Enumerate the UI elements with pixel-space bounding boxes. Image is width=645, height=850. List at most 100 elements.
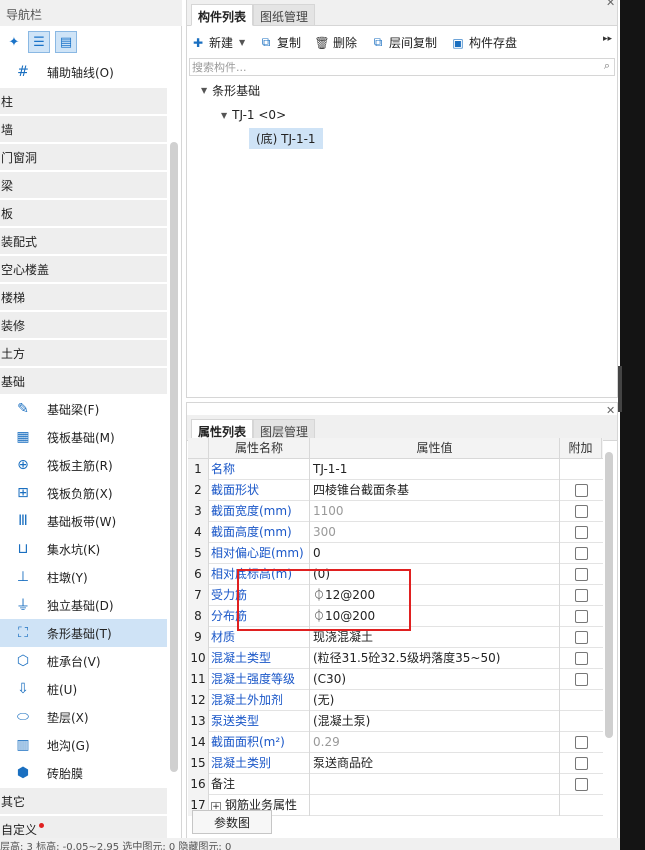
extra-checkbox[interactable] bbox=[574, 756, 588, 770]
tab-drawing-management[interactable]: 图纸管理 bbox=[253, 4, 316, 26]
chevron-down-icon[interactable]: ▼ bbox=[239, 38, 245, 47]
extra-cell bbox=[560, 774, 602, 795]
property-value[interactable]: (混凝土泵) bbox=[310, 710, 560, 732]
sparkle-icon[interactable]: ✦ bbox=[3, 31, 25, 53]
new-icon: ✚ bbox=[192, 35, 204, 50]
nav-item-column-pier[interactable]: ⊥ 柱墩(Y) bbox=[0, 563, 167, 591]
nav-category-prefab[interactable]: 装配式 bbox=[0, 228, 167, 254]
property-value[interactable]: (无) bbox=[310, 689, 560, 711]
property-value[interactable]: TJ-1-1 bbox=[310, 458, 560, 480]
nav-category-other[interactable]: 其它 bbox=[0, 788, 167, 814]
copy-button[interactable]: ⧉ 复制 bbox=[259, 34, 301, 51]
tree-root[interactable]: ▼ 条形基础 bbox=[201, 80, 260, 100]
nav-item-raft[interactable]: ▦ 筏板基础(M) bbox=[0, 423, 167, 451]
property-row[interactable]: 14 截面面积(m²) 0.29 bbox=[188, 731, 603, 753]
search-input[interactable] bbox=[190, 59, 590, 75]
delete-button[interactable]: 🗑 删除 bbox=[314, 34, 357, 51]
extra-checkbox[interactable] bbox=[574, 630, 588, 644]
nav-category-stairs[interactable]: 楼梯 bbox=[0, 284, 167, 310]
extra-checkbox[interactable] bbox=[574, 483, 588, 497]
nav-category-opening[interactable]: 门窗洞 bbox=[0, 144, 167, 170]
tree-child[interactable]: ▼ TJ-1 <0> bbox=[221, 105, 286, 125]
component-search[interactable]: ⌕ bbox=[189, 58, 615, 76]
new-button[interactable]: ✚ 新建 ▼ bbox=[191, 34, 245, 51]
property-value[interactable]: 0.29 bbox=[310, 731, 560, 753]
extra-checkbox[interactable] bbox=[574, 525, 588, 539]
property-scrollbar[interactable] bbox=[605, 452, 613, 738]
nav-item-pile-cap[interactable]: ⬡ 桩承台(V) bbox=[0, 647, 167, 675]
property-value[interactable]: (C30) bbox=[310, 668, 560, 690]
property-row[interactable]: 11 混凝土强度等级 (C30) bbox=[188, 668, 603, 690]
nav-item-raft-neg-rebar[interactable]: ⊞ 筏板负筋(X) bbox=[0, 479, 167, 507]
property-row[interactable]: 12 混凝土外加剂 (无) bbox=[188, 689, 603, 711]
extra-cell bbox=[560, 459, 602, 480]
property-value[interactable] bbox=[310, 794, 560, 816]
nav-item-label: 桩(U) bbox=[47, 682, 78, 697]
property-value[interactable]: 四棱锥台截面条基 bbox=[310, 479, 560, 501]
property-row[interactable]: 13 泵送类型 (混凝土泵) bbox=[188, 710, 603, 732]
floor-copy-button[interactable]: ⧉ 层间复制 bbox=[371, 34, 437, 51]
tab-component-list[interactable]: 构件列表 bbox=[191, 4, 254, 26]
extra-checkbox[interactable] bbox=[574, 588, 588, 602]
nav-category-slab[interactable]: 板 bbox=[0, 200, 167, 226]
detail-view-icon[interactable]: ▤ bbox=[55, 31, 77, 53]
close-icon[interactable]: ✕ bbox=[606, 404, 615, 417]
property-row[interactable]: 3 截面宽度(mm) 1100 bbox=[188, 500, 603, 522]
nav-category-decor[interactable]: 装修 bbox=[0, 312, 167, 338]
extra-checkbox[interactable] bbox=[574, 504, 588, 518]
extra-checkbox[interactable] bbox=[574, 546, 588, 560]
tree-leaf[interactable]: (底) TJ-1-1 bbox=[249, 127, 323, 149]
property-row[interactable]: 10 混凝土类型 (粒径31.5砼32.5级坍落度35~50) bbox=[188, 647, 603, 669]
extra-checkbox[interactable] bbox=[574, 651, 588, 665]
property-value[interactable]: (粒径31.5砼32.5级坍落度35~50) bbox=[310, 647, 560, 669]
property-row[interactable]: 4 截面高度(mm) 300 bbox=[188, 521, 603, 543]
close-icon[interactable]: ✕ bbox=[606, 0, 615, 9]
list-view-icon[interactable]: ☰ bbox=[28, 31, 50, 53]
nav-item-strip-footing[interactable]: ⛶ 条形基础(T) bbox=[0, 619, 167, 647]
nav-item-label: 集水坑(K) bbox=[47, 542, 101, 557]
more-tools-icon[interactable]: ▸▸ bbox=[603, 34, 612, 44]
nav-category-wall[interactable]: 墙 bbox=[0, 116, 167, 142]
nav-item-sump[interactable]: ⊔ 集水坑(K) bbox=[0, 535, 167, 563]
property-row[interactable]: 5 相对偏心距(mm) 0 bbox=[188, 542, 603, 564]
nav-category-foundation[interactable]: 基础 bbox=[0, 368, 167, 394]
nav-category-earthwork[interactable]: 土方 bbox=[0, 340, 167, 366]
grid-icon: # bbox=[17, 64, 29, 80]
nav-category-hollow[interactable]: 空心楼盖 bbox=[0, 256, 167, 282]
nav-item-raft-main-rebar[interactable]: ⊕ 筏板主筋(R) bbox=[0, 451, 167, 479]
nav-item-aux-axis[interactable]: # 辅助轴线(O) bbox=[0, 58, 167, 86]
extra-checkbox[interactable] bbox=[574, 609, 588, 623]
nav-item-slab-strip[interactable]: Ⅲ 基础板带(W) bbox=[0, 507, 167, 535]
property-row[interactable]: 2 截面形状 四棱锥台截面条基 bbox=[188, 479, 603, 501]
property-value[interactable]: 0 bbox=[310, 542, 560, 564]
property-value[interactable]: 泵送商品砼 bbox=[310, 752, 560, 774]
extra-checkbox[interactable] bbox=[574, 567, 588, 581]
strip-footing-icon: ⛶ bbox=[18, 625, 28, 641]
nav-item-pile[interactable]: ⇩ 桩(U) bbox=[0, 675, 167, 703]
pencil-beam-icon: ✎ bbox=[17, 401, 29, 417]
nav-category-column[interactable]: 柱 bbox=[0, 88, 167, 114]
caret-down-icon[interactable]: ▼ bbox=[221, 111, 227, 120]
save-component-button[interactable]: ▣ 构件存盘 bbox=[451, 34, 517, 51]
property-row[interactable]: 15 混凝土类别 泵送商品砼 bbox=[188, 752, 603, 774]
nav-item-isolated-footing[interactable]: ⏚ 独立基础(D) bbox=[0, 591, 167, 619]
extra-checkbox[interactable] bbox=[574, 777, 588, 791]
nav-item-brick-mold[interactable]: ⬢ 砖胎膜 bbox=[0, 759, 167, 787]
property-row[interactable]: 16 备注 bbox=[188, 773, 603, 795]
property-value[interactable]: 300 bbox=[310, 521, 560, 543]
highlight-box bbox=[237, 569, 411, 631]
extra-checkbox[interactable] bbox=[574, 735, 588, 749]
nav-item-foundation-beam[interactable]: ✎ 基础梁(F) bbox=[0, 395, 167, 423]
param-diagram-button[interactable]: 参数图 bbox=[192, 810, 272, 834]
property-value[interactable]: 1100 bbox=[310, 500, 560, 522]
nav-scrollbar[interactable] bbox=[170, 142, 178, 772]
caret-down-icon[interactable]: ▼ bbox=[201, 86, 207, 95]
row-index: 13 bbox=[188, 710, 209, 732]
extra-checkbox[interactable] bbox=[574, 672, 588, 686]
nav-category-beam[interactable]: 梁 bbox=[0, 172, 167, 198]
property-value[interactable] bbox=[310, 773, 560, 795]
property-row[interactable]: 1 名称 TJ-1-1 bbox=[188, 458, 603, 480]
nav-item-cushion[interactable]: ⬭ 垫层(X) bbox=[0, 703, 167, 731]
search-icon[interactable]: ⌕ bbox=[604, 59, 610, 73]
nav-item-trench[interactable]: ▥ 地沟(G) bbox=[0, 731, 167, 759]
